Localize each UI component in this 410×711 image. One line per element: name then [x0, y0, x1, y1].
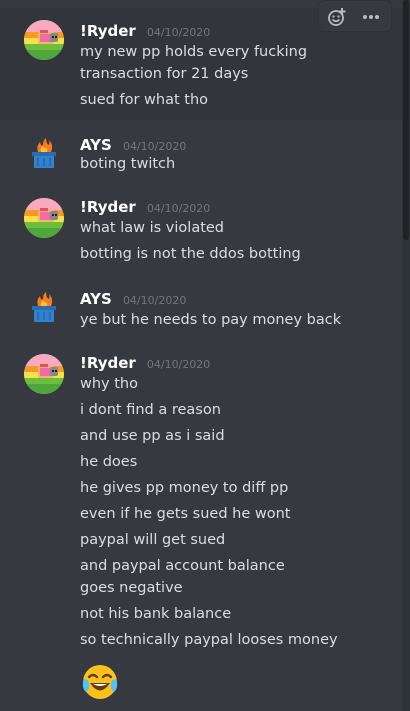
message-text: not his bank balance [80, 606, 232, 622]
message-text: my new pp holds every fucking transactio… [80, 44, 308, 82]
message-text: paypal will get sued [80, 532, 226, 548]
message-header: !Ryder 04/10/2020 [80, 20, 210, 42]
message-header: !Ryder 04/10/2020 [80, 196, 210, 218]
timestamp: 04/10/2020 [122, 294, 187, 307]
message-text: i dont find a reason [80, 402, 221, 418]
nyan-cat-rainbow-icon[interactable] [24, 354, 64, 394]
message-text: sued for what tho [80, 92, 209, 108]
message-group[interactable]: !Ryder 04/10/2020 what law is violated b… [0, 196, 402, 270]
message-text: even if he gets sued he wont [80, 506, 291, 522]
nyan-cat-rainbow-icon[interactable] [24, 20, 64, 60]
message-text: botting is not the ddos botting [80, 246, 301, 262]
message-group[interactable]: !Ryder 04/10/2020 my new pp holds every … [0, 0, 402, 120]
message-group[interactable]: AYS 04/10/2020 ye but he needs to pay mo… [0, 288, 402, 336]
message-text: what law is violated [80, 220, 225, 236]
more-options-icon[interactable] [359, 5, 383, 29]
burning-dumpster-icon[interactable] [24, 136, 64, 176]
message-header: AYS 04/10/2020 [80, 288, 186, 310]
message-text: boting twitch [80, 156, 176, 172]
author-name[interactable]: !Ryder [80, 198, 136, 216]
message-group[interactable]: !Ryder 04/10/2020 why tho i dont find a … [0, 352, 402, 704]
message-text: so technically paypal looses money [80, 632, 338, 648]
scrollbar-thumb[interactable] [403, 0, 409, 240]
chat-messages: !Ryder 04/10/2020 my new pp holds every … [0, 0, 402, 711]
author-name[interactable]: AYS [80, 136, 112, 154]
author-name[interactable]: !Ryder [80, 354, 136, 372]
message-header: !Ryder 04/10/2020 [80, 352, 210, 374]
nyan-cat-rainbow-icon[interactable] [24, 198, 64, 238]
message-text: he gives pp money to diff pp [80, 480, 289, 496]
burning-dumpster-icon[interactable] [24, 290, 64, 330]
timestamp: 04/10/2020 [146, 26, 211, 39]
message-group[interactable]: AYS 04/10/2020 boting twitch [0, 132, 402, 182]
message-text: he does [80, 454, 138, 470]
message-text: and paypal account balance goes negative [80, 558, 285, 596]
message-text: ye but he needs to pay money back [80, 312, 342, 328]
message-text: and use pp as i said [80, 428, 225, 444]
scrollbar[interactable] [402, 0, 410, 711]
message-actions-toolbar [318, 0, 392, 32]
add-reaction-icon[interactable] [325, 5, 349, 29]
timestamp: 04/10/2020 [146, 202, 211, 215]
crying-laughing-emoji-icon[interactable] [80, 662, 120, 702]
author-name[interactable]: AYS [80, 290, 112, 308]
timestamp: 04/10/2020 [122, 140, 187, 153]
author-name[interactable]: !Ryder [80, 22, 136, 40]
timestamp: 04/10/2020 [146, 358, 211, 371]
message-text: why tho [80, 376, 138, 392]
